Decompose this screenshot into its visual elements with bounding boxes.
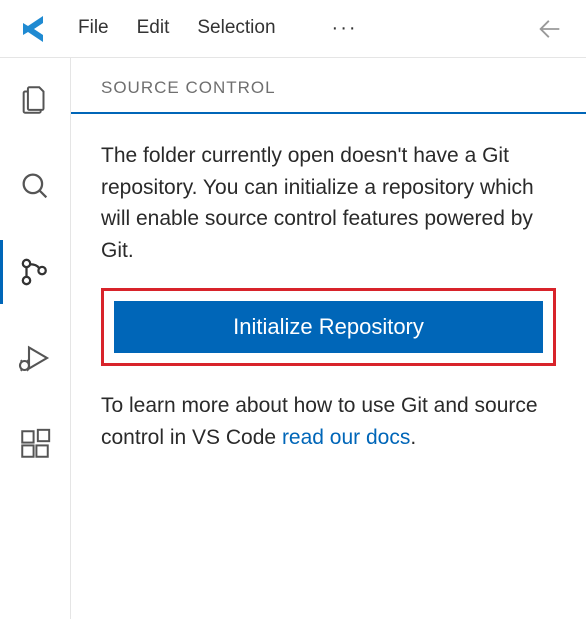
init-repo-highlight: Initialize Repository	[101, 288, 556, 366]
menu-bar: File Edit Selection ···	[78, 17, 358, 40]
menu-more-icon[interactable]: ···	[332, 17, 358, 40]
activity-search[interactable]	[0, 162, 70, 210]
activity-source-control[interactable]	[0, 248, 70, 296]
learn-more-suffix: .	[410, 426, 416, 449]
scm-intro-text: The folder currently open doesn't have a…	[101, 140, 556, 266]
vscode-logo-icon	[20, 13, 52, 45]
menu-file[interactable]: File	[78, 17, 109, 40]
back-arrow-icon[interactable]	[534, 13, 566, 45]
scm-panel: The folder currently open doesn't have a…	[71, 112, 586, 473]
activity-extensions[interactable]	[0, 420, 70, 468]
activity-explorer[interactable]	[0, 76, 70, 124]
menu-edit[interactable]: Edit	[137, 17, 170, 40]
source-control-sidebar: SOURCE CONTROL The folder currently open…	[70, 58, 586, 619]
initialize-repository-button[interactable]: Initialize Repository	[114, 301, 543, 353]
sidebar-title: SOURCE CONTROL	[71, 58, 586, 112]
menu-selection[interactable]: Selection	[197, 17, 275, 40]
scm-learn-more: To learn more about how to use Git and s…	[101, 390, 556, 453]
titlebar: File Edit Selection ···	[0, 0, 586, 58]
body-area: SOURCE CONTROL The folder currently open…	[0, 58, 586, 619]
activity-run-debug[interactable]	[0, 334, 70, 382]
activity-bar	[0, 58, 70, 619]
read-our-docs-link[interactable]: read our docs	[282, 426, 410, 449]
